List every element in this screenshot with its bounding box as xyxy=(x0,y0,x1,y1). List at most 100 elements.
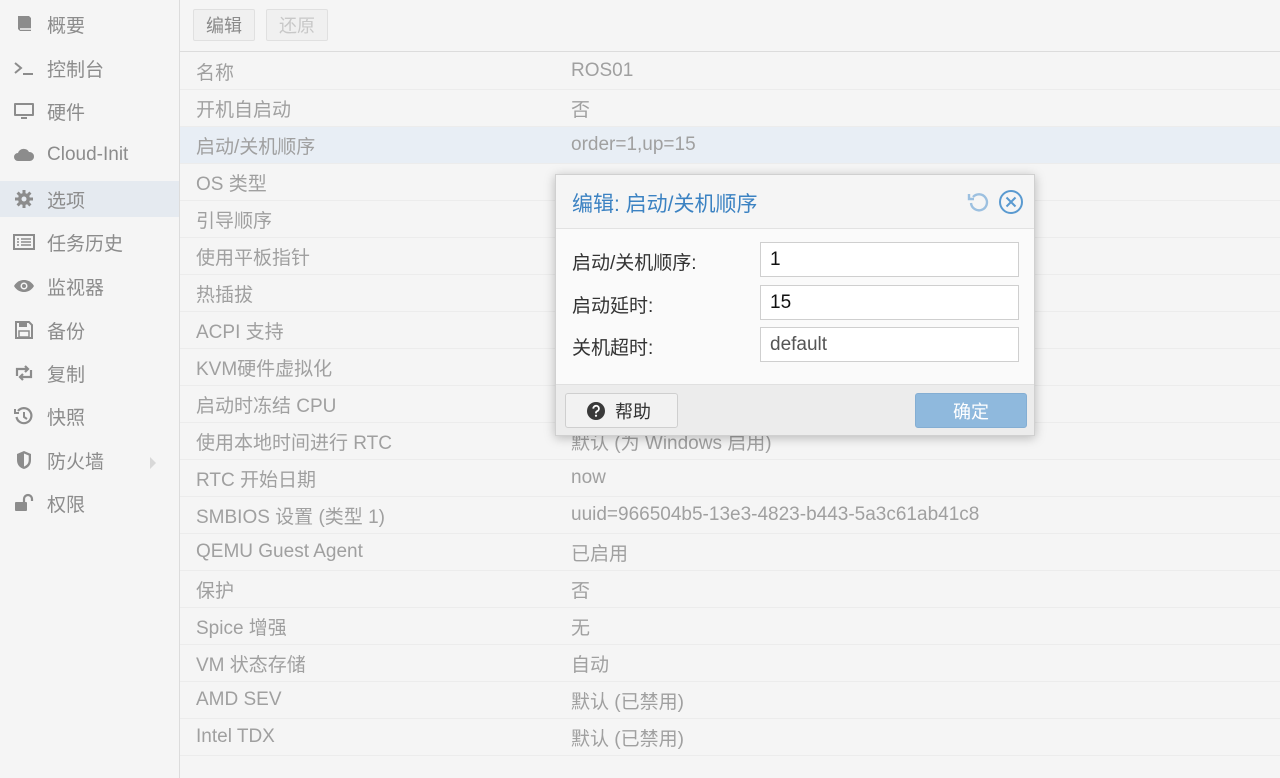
startup-order-input[interactable] xyxy=(760,242,1019,277)
row-key: AMD SEV xyxy=(196,689,282,710)
sidebar-item-label: 任务历史 xyxy=(47,233,124,255)
table-row[interactable]: VM 状态存储 自动 xyxy=(180,645,1280,682)
table-row[interactable]: AMD SEV 默认 (已禁用) xyxy=(180,682,1280,719)
sidebar-item-backup[interactable]: 备份 xyxy=(0,312,179,348)
sidebar-item-label: 硬件 xyxy=(47,102,86,124)
row-key: 启动时冻结 CPU xyxy=(196,395,337,417)
sidebar-item-label: 防火墙 xyxy=(47,451,105,473)
table-row[interactable]: Intel TDX 默认 (已禁用) xyxy=(180,719,1280,756)
sidebar-item-snapshots[interactable]: 快照 xyxy=(0,398,179,434)
list-icon xyxy=(12,230,36,254)
sidebar-item-hardware[interactable]: 硬件 xyxy=(0,93,179,129)
row-key: 使用本地时间进行 RTC xyxy=(196,432,392,454)
app-window: 概要 控制台 硬件 Cloud-Init 选项 任务历史 监视器 备份 复制 快… xyxy=(0,0,1280,778)
row-value: ROS01 xyxy=(571,60,634,81)
row-key: 开机自启动 xyxy=(196,99,292,121)
row-key: Spice 增强 xyxy=(196,617,287,639)
shutdown-timeout-input[interactable] xyxy=(760,327,1019,362)
dialog-form: 启动/关机顺序: 启动延时: 关机超时: xyxy=(556,229,1034,384)
sidebar-item-label: 控制台 xyxy=(47,59,105,81)
sidebar-item-options[interactable]: 选项 xyxy=(0,181,179,217)
row-key: 保护 xyxy=(196,580,235,602)
table-row[interactable]: 名称 ROS01 xyxy=(180,53,1280,90)
sidebar-item-replication[interactable]: 复制 xyxy=(0,355,179,391)
table-row[interactable]: 保护 否 xyxy=(180,571,1280,608)
book-icon xyxy=(12,12,36,36)
terminal-icon xyxy=(12,56,36,80)
dialog-footer: 帮助 确定 xyxy=(556,384,1034,435)
sidebar-item-label: Cloud-Init xyxy=(47,144,129,165)
table-row-selected[interactable]: 启动/关机顺序 order=1,up=15 xyxy=(180,127,1280,164)
retweet-icon xyxy=(12,361,36,385)
row-value: 默认 (已禁用) xyxy=(571,728,684,750)
row-value: 否 xyxy=(571,580,591,602)
cloud-icon xyxy=(12,143,36,167)
row-key: RTC 开始日期 xyxy=(196,469,316,491)
row-value: 自动 xyxy=(571,654,610,676)
row-key: SMBIOS 设置 (类型 1) xyxy=(196,506,385,528)
help-label: 帮助 xyxy=(615,401,651,422)
sidebar-item-firewall[interactable]: 防火墙 xyxy=(0,442,179,478)
table-row[interactable]: RTC 开始日期 now xyxy=(180,460,1280,497)
history-icon xyxy=(12,404,36,428)
chevron-right-icon[interactable] xyxy=(149,454,157,476)
dialog-header: 编辑: 启动/关机顺序 xyxy=(556,175,1034,229)
row-value: order=1,up=15 xyxy=(571,134,696,155)
sidebar-item-permissions[interactable]: 权限 xyxy=(0,485,179,521)
sidebar-item-label: 监视器 xyxy=(47,277,105,299)
row-value: 默认 (已禁用) xyxy=(571,691,684,713)
table-row[interactable]: QEMU Guest Agent 已启用 xyxy=(180,534,1280,571)
sidebar-item-cloud-init[interactable]: Cloud-Init xyxy=(0,137,179,173)
reset-icon[interactable] xyxy=(965,189,991,215)
unlock-icon xyxy=(12,491,36,515)
sidebar-item-label: 复制 xyxy=(47,364,86,386)
sidebar-item-task-history[interactable]: 任务历史 xyxy=(0,224,179,260)
table-row[interactable]: 开机自启动 否 xyxy=(180,90,1280,127)
sidebar-item-label: 选项 xyxy=(47,190,86,212)
sidebar-item-label: 备份 xyxy=(47,321,86,343)
row-key: VM 状态存储 xyxy=(196,654,306,676)
row-key: OS 类型 xyxy=(196,173,267,195)
row-value: uuid=966504b5-13e3-4823-b443-5a3c61ab41c… xyxy=(571,504,980,525)
sidebar-item-label: 快照 xyxy=(47,407,86,429)
gear-icon xyxy=(12,187,36,211)
eye-icon xyxy=(12,274,36,298)
sidebar: 概要 控制台 硬件 Cloud-Init 选项 任务历史 监视器 备份 复制 快… xyxy=(0,0,180,778)
row-key: QEMU Guest Agent xyxy=(196,541,363,562)
sidebar-item-summary[interactable]: 概要 xyxy=(0,6,179,42)
row-key: 引导顺序 xyxy=(196,210,273,232)
edit-button[interactable]: 编辑 xyxy=(193,9,255,41)
dialog-title: 编辑: 启动/关机顺序 xyxy=(572,193,758,216)
question-circle-icon xyxy=(586,401,606,421)
row-key: Intel TDX xyxy=(196,726,275,747)
row-value: 已启用 xyxy=(571,543,629,565)
shutdown-timeout-label: 关机超时: xyxy=(572,338,654,359)
sidebar-item-monitor[interactable]: 监视器 xyxy=(0,268,179,304)
toolbar: 编辑 还原 xyxy=(180,0,1280,52)
startup-delay-label: 启动延时: xyxy=(572,296,654,317)
sidebar-item-label: 权限 xyxy=(47,494,86,516)
row-value: now xyxy=(571,467,606,488)
startup-order-label: 启动/关机顺序: xyxy=(572,253,697,274)
row-key: 热插拔 xyxy=(196,284,254,306)
row-value: 否 xyxy=(571,99,591,121)
sidebar-item-console[interactable]: 控制台 xyxy=(0,50,179,86)
table-row[interactable]: SMBIOS 设置 (类型 1) uuid=966504b5-13e3-4823-… xyxy=(180,497,1280,534)
edit-dialog: 编辑: 启动/关机顺序 启动/关机顺序: 启动延时: 关机超时: 帮助 xyxy=(555,174,1035,436)
table-row[interactable]: Spice 增强 无 xyxy=(180,608,1280,645)
row-key: KVM硬件虚拟化 xyxy=(196,358,333,380)
ok-button[interactable]: 确定 xyxy=(915,393,1027,428)
row-value: 无 xyxy=(571,617,591,639)
shield-icon xyxy=(12,448,36,472)
close-icon[interactable] xyxy=(998,189,1024,215)
monitor-icon xyxy=(12,99,36,123)
revert-button[interactable]: 还原 xyxy=(266,9,328,41)
row-key: 使用平板指针 xyxy=(196,247,311,269)
row-key: 启动/关机顺序 xyxy=(196,136,316,158)
startup-delay-input[interactable] xyxy=(760,285,1019,320)
sidebar-item-label: 概要 xyxy=(47,15,86,37)
help-button[interactable]: 帮助 xyxy=(565,393,678,428)
row-key: 名称 xyxy=(196,62,235,84)
floppy-icon xyxy=(12,318,36,342)
row-key: ACPI 支持 xyxy=(196,321,284,343)
